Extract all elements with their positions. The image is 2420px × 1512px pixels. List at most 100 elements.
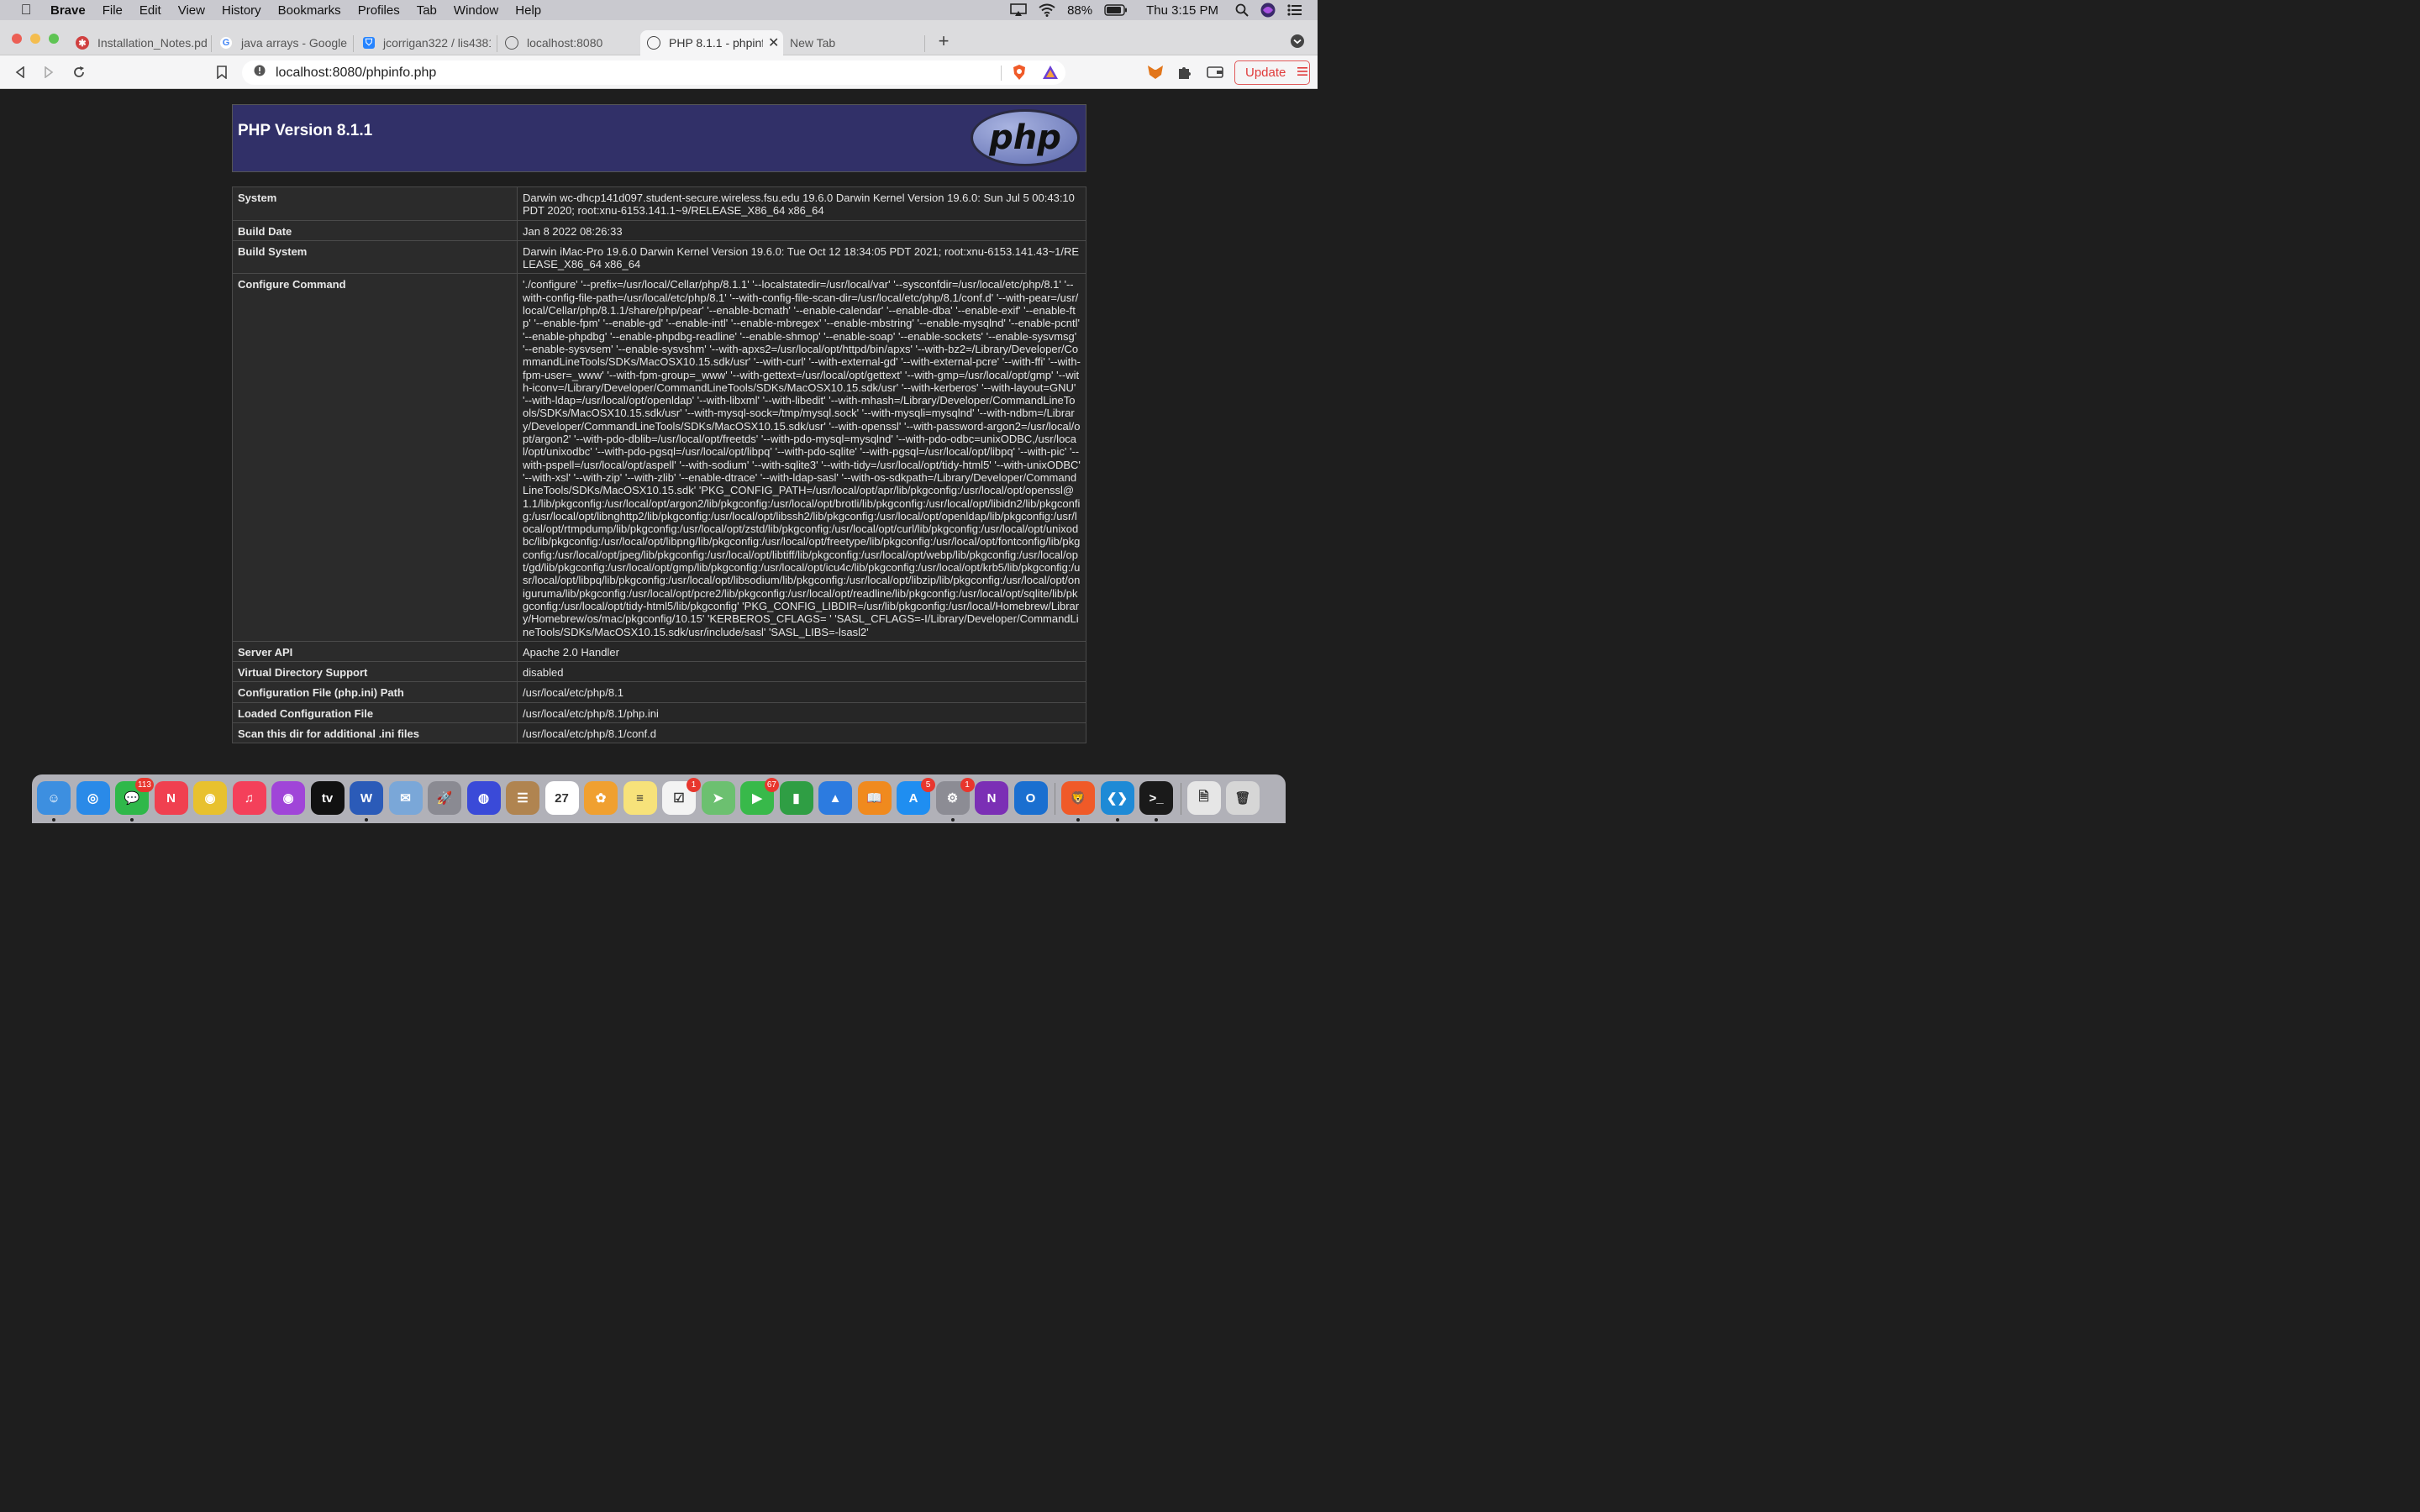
- outlook-icon[interactable]: O: [1013, 781, 1048, 815]
- reminders-icon[interactable]: ☑ 1: [662, 778, 701, 815]
- finder-icon[interactable]: ☺: [37, 781, 71, 815]
- tab-new-tab[interactable]: New Tab: [790, 30, 924, 55]
- app-store-icon[interactable]: A5: [897, 778, 935, 815]
- info-key: Scan this dir for additional .ini files: [232, 722, 518, 744]
- brave-rewards-icon[interactable]: [1040, 62, 1060, 82]
- maps-icon[interactable]: ➤: [701, 781, 735, 815]
- menu-profiles[interactable]: Profiles: [358, 3, 400, 18]
- window-close-button[interactable]: [12, 34, 22, 44]
- airplay-icon[interactable]: [1010, 3, 1027, 17]
- siri-menubar-icon[interactable]: [1260, 3, 1276, 18]
- menu-history[interactable]: History: [222, 3, 261, 18]
- new-tab-plus-icon[interactable]: +: [934, 30, 954, 51]
- messages-icon[interactable]: 💬 113: [115, 778, 154, 815]
- safari-icon[interactable]: ◎: [76, 781, 110, 815]
- podcasts-icon[interactable]: ◉: [271, 781, 305, 815]
- tab-search-chevron-icon[interactable]: [1287, 31, 1307, 51]
- tab-google-search[interactable]: G java arrays - Google S: [219, 30, 347, 55]
- battery-percent[interactable]: 88%: [1067, 3, 1092, 18]
- calendar-icon[interactable]: 27: [544, 781, 579, 815]
- numbers-icon[interactable]: ▮: [779, 781, 813, 815]
- menu-tab[interactable]: Tab: [417, 3, 437, 18]
- siri-icon[interactable]: ◍: [466, 781, 501, 815]
- window-zoom-button[interactable]: [49, 34, 59, 44]
- tab-localhost[interactable]: localhost:8080: [505, 30, 636, 55]
- bookmark-icon[interactable]: [212, 62, 232, 82]
- table-row: Server API Apache 2.0 Handler: [232, 640, 1086, 663]
- vscode-icon[interactable]: ❮❯: [1100, 781, 1134, 815]
- word-icon[interactable]: W: [350, 781, 383, 815]
- menu-app-name[interactable]: Brave: [50, 3, 86, 18]
- bitbucket-icon: ⛉: [363, 37, 375, 49]
- tab-phpinfo-active[interactable]: PHP 8.1.1 - phpinfo ✕: [640, 30, 783, 55]
- dock-glyph: ✉: [400, 791, 411, 806]
- contacts-icon[interactable]: ☰: [506, 781, 539, 815]
- apple-menu-icon[interactable]: : [17, 2, 35, 18]
- music-icon[interactable]: ♫: [232, 781, 266, 815]
- running-indicator: [52, 818, 55, 822]
- tab-installation-notes[interactable]: ✱ Installation_Notes.pdf: [76, 30, 207, 55]
- brave-icon[interactable]: 🦁: [1061, 781, 1095, 815]
- table-row: Scan this dir for additional .ini files …: [232, 722, 1086, 744]
- wifi-icon[interactable]: [1039, 3, 1055, 17]
- chrome-icon[interactable]: ◉: [193, 781, 227, 815]
- menu-help[interactable]: Help: [515, 3, 541, 18]
- books-icon[interactable]: 📖: [857, 781, 892, 815]
- tab-bitbucket-repo[interactable]: ⛉ jcorrigan322 / lis4381: [363, 30, 491, 55]
- hamburger-menu-icon[interactable]: [1297, 66, 1308, 80]
- menu-view[interactable]: View: [178, 3, 205, 18]
- info-key: Server API: [232, 640, 518, 663]
- metamask-extension-icon[interactable]: [1145, 62, 1165, 82]
- info-key: Virtual Directory Support: [232, 661, 518, 683]
- system-preferences-icon[interactable]: ⚙ 1: [935, 778, 975, 815]
- dock-glyph: W: [360, 790, 373, 806]
- extensions-puzzle-icon[interactable]: [1175, 62, 1195, 82]
- terminal-icon[interactable]: >_: [1139, 781, 1173, 815]
- php-logo: php: [971, 109, 1080, 166]
- battery-icon[interactable]: [1104, 4, 1128, 16]
- globe-icon: [647, 36, 660, 50]
- apple-tv-icon[interactable]: tv: [310, 781, 345, 815]
- tab-close-icon[interactable]: ✕: [768, 34, 779, 51]
- running-indicator: [1155, 818, 1158, 822]
- news-icon[interactable]: N: [154, 781, 188, 815]
- forward-icon[interactable]: [39, 62, 59, 82]
- onenote-icon[interactable]: N: [975, 781, 1008, 815]
- dock-glyph: tv: [321, 790, 334, 806]
- dock-glyph: ➤: [713, 791, 723, 806]
- brave-shields-icon[interactable]: [1009, 62, 1029, 82]
- menubar-clock[interactable]: Thu 3:15 PM: [1146, 3, 1218, 18]
- photos-icon[interactable]: ✿: [584, 781, 618, 815]
- table-row: Virtual Directory Support disabled: [232, 661, 1086, 683]
- dock-glyph: ▲: [829, 790, 842, 806]
- wallet-icon[interactable]: [1205, 62, 1225, 82]
- back-icon[interactable]: [10, 62, 30, 82]
- dock-glyph: ☺: [47, 790, 60, 806]
- reload-icon[interactable]: [69, 62, 89, 82]
- dock-glyph: ♫: [244, 790, 255, 806]
- update-button[interactable]: Update: [1234, 60, 1310, 85]
- dock-glyph: 27: [555, 790, 569, 806]
- dock-glyph: ▶: [752, 791, 762, 806]
- menu-bookmarks[interactable]: Bookmarks: [278, 3, 341, 18]
- info-value: /usr/local/etc/php/8.1/conf.d: [517, 722, 1086, 744]
- control-center-icon[interactable]: [1287, 4, 1302, 16]
- dock-glyph: A: [908, 790, 918, 806]
- url-text: localhost:8080/phpinfo.php: [276, 65, 437, 80]
- dock-glyph: ◉: [204, 791, 216, 806]
- running-indicator: [1115, 818, 1119, 822]
- trash-icon[interactable]: 🗑: [1226, 781, 1260, 815]
- site-info-icon[interactable]: [254, 65, 266, 81]
- facetime-icon[interactable]: ▶ 67: [740, 778, 779, 815]
- menu-file[interactable]: File: [103, 3, 123, 18]
- launchpad-icon[interactable]: 🚀: [428, 781, 461, 815]
- spotlight-search-icon[interactable]: [1235, 3, 1249, 17]
- notes-icon[interactable]: ≡: [623, 781, 657, 815]
- menu-edit[interactable]: Edit: [139, 3, 161, 18]
- window-minimize-button[interactable]: [30, 34, 40, 44]
- menu-window[interactable]: Window: [454, 3, 498, 18]
- documents-icon[interactable]: 🗎: [1186, 781, 1221, 815]
- keynote-icon[interactable]: ▲: [818, 781, 852, 815]
- mail-icon[interactable]: ✉: [388, 781, 423, 815]
- address-bar[interactable]: localhost:8080/phpinfo.php: [242, 60, 1065, 85]
